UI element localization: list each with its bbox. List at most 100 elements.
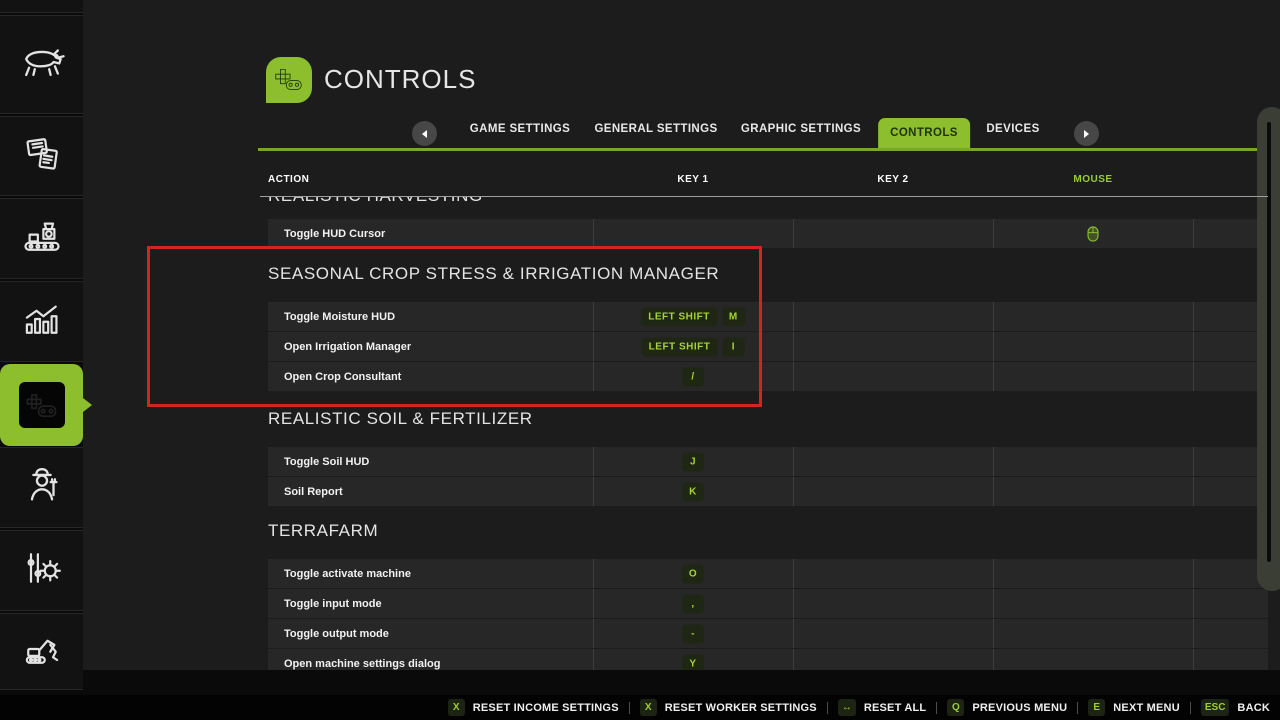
column-separator [993, 477, 994, 506]
tab-general-settings[interactable]: GENERAL SETTINGS [594, 123, 717, 135]
column-separator [1193, 559, 1194, 588]
binding-row[interactable]: Open machine settings dialog Y [268, 649, 1268, 670]
hotkey-label: PREVIOUS MENU [972, 702, 1067, 714]
tab-graphic-settings[interactable]: GRAPHIC SETTINGS [741, 123, 861, 135]
sidebar-item-construction[interactable] [0, 613, 83, 690]
scrollbar[interactable] [1257, 107, 1280, 591]
column-separator [793, 447, 794, 476]
column-separator [1193, 447, 1194, 476]
key1-binding: Y [682, 654, 704, 670]
footer-separator [629, 702, 630, 714]
binding-row[interactable]: Toggle HUD Cursor [268, 219, 1268, 248]
sidebar-item-contracts[interactable] [0, 116, 83, 196]
keycap: / [682, 367, 704, 386]
column-separator [793, 302, 794, 331]
footer-separator [827, 702, 828, 714]
hotkey-reset-income-settings[interactable]: X RESET INCOME SETTINGS [448, 699, 619, 716]
action-label: Toggle activate machine [284, 568, 411, 580]
binding-row[interactable]: Toggle Soil HUD J [268, 447, 1268, 476]
keycap: J [682, 452, 704, 471]
sidebar-item-workers[interactable] [0, 447, 83, 528]
column-separator [793, 362, 794, 391]
column-separator [1193, 332, 1194, 361]
keycap: K [682, 482, 704, 501]
column-separator [993, 649, 994, 670]
binding-row[interactable]: Toggle output mode - [268, 619, 1268, 648]
tabs-prev-button[interactable] [412, 121, 437, 146]
sidebar-item-partial-top[interactable] [0, 0, 83, 13]
binding-row[interactable]: Soil ReportK [268, 477, 1268, 506]
tab-controls[interactable]: CONTROLS [878, 118, 970, 151]
hotkey-label: RESET ALL [864, 702, 927, 714]
sliders-gear-icon [20, 546, 64, 595]
action-label: Open machine settings dialog [284, 658, 440, 670]
hotkey-label: RESET WORKER SETTINGS [665, 702, 817, 714]
action-label: Toggle input mode [284, 598, 382, 610]
column-separator [993, 219, 994, 248]
sidebar-item-controls-active[interactable] [0, 364, 83, 446]
column-header-key1: KEY 1 [677, 174, 708, 185]
column-separator [1193, 649, 1194, 670]
sidebar-item-statistics[interactable] [0, 281, 83, 362]
hotkey-keycap: X [640, 699, 657, 716]
keycap: , [682, 594, 704, 613]
action-label: Toggle HUD Cursor [284, 228, 385, 240]
table-header: ACTION KEY 1 KEY 2 MOUSE [268, 174, 1268, 190]
column-separator [993, 589, 994, 618]
scrollbar-thumb[interactable] [1267, 122, 1271, 562]
tabs-next-button[interactable] [1074, 121, 1099, 146]
section-title: REALISTIC HARVESTING [268, 197, 1268, 206]
action-label: Toggle Soil HUD [284, 456, 369, 468]
binding-row[interactable]: Open Irrigation ManagerLEFT SHIFTI [268, 332, 1268, 361]
tab-underline [258, 148, 1268, 151]
binding-row[interactable]: Open Crop Consultant / [268, 362, 1268, 391]
sidebar-item-settings[interactable] [0, 530, 83, 611]
column-separator [793, 219, 794, 248]
keycap: - [682, 624, 704, 643]
key1-binding: J [682, 452, 704, 471]
column-separator [593, 589, 594, 618]
column-header-key2: KEY 2 [877, 174, 908, 185]
footer-separator [936, 702, 937, 714]
column-separator [993, 619, 994, 648]
action-label: Toggle output mode [284, 628, 389, 640]
key1-binding: , [682, 594, 704, 613]
hotkey-reset-all[interactable]: ↔RESET ALL [838, 699, 927, 716]
section-title: REALISTIC SOIL & FERTILIZER [268, 409, 1268, 429]
column-separator [1193, 302, 1194, 331]
hotkey-previous-menu[interactable]: Q PREVIOUS MENU [947, 699, 1067, 716]
key1-binding: K [682, 482, 704, 501]
key1-binding: LEFT SHIFTM [641, 307, 745, 326]
column-header-action: ACTION [268, 174, 309, 185]
hotkey-label: RESET INCOME SETTINGS [473, 702, 619, 714]
stats-chart-icon [20, 297, 64, 346]
mouse-icon [1086, 225, 1101, 242]
column-separator [593, 447, 594, 476]
action-label: Open Crop Consultant [284, 371, 401, 383]
hotkey-keycap: Q [947, 699, 964, 716]
hotkey-keycap: X [448, 699, 465, 716]
column-separator [993, 447, 994, 476]
cow-icon [19, 39, 65, 90]
hotkey-keycap: ESC [1201, 699, 1230, 716]
hotkey-next-menu[interactable]: ENEXT MENU [1088, 699, 1180, 716]
excavator-icon [20, 627, 64, 676]
binding-row[interactable]: Toggle Moisture HUDLEFT SHIFTM [268, 302, 1268, 331]
binding-row[interactable]: Toggle input mode, [268, 589, 1268, 618]
sidebar-item-animals[interactable] [0, 15, 83, 114]
sidebar [0, 0, 83, 720]
hotkey-back[interactable]: ESCBACK [1201, 699, 1270, 716]
controls-table-body: REALISTIC HARVESTINGToggle HUD CursorSEA… [268, 197, 1268, 670]
footer-separator [1190, 702, 1191, 714]
tab-game-settings[interactable]: GAME SETTINGS [470, 123, 570, 135]
tab-devices[interactable]: DEVICES [986, 123, 1039, 135]
binding-row[interactable]: Toggle activate machineO [268, 559, 1268, 588]
active-item-arrow [83, 398, 92, 412]
column-separator [793, 589, 794, 618]
hotkey-label: NEXT MENU [1113, 702, 1180, 714]
gamepad-icon [19, 382, 65, 428]
hotkey-reset-worker-settings[interactable]: X RESET WORKER SETTINGS [640, 699, 817, 716]
column-separator [593, 559, 594, 588]
sidebar-item-production[interactable] [0, 198, 83, 279]
column-separator [1193, 477, 1194, 506]
